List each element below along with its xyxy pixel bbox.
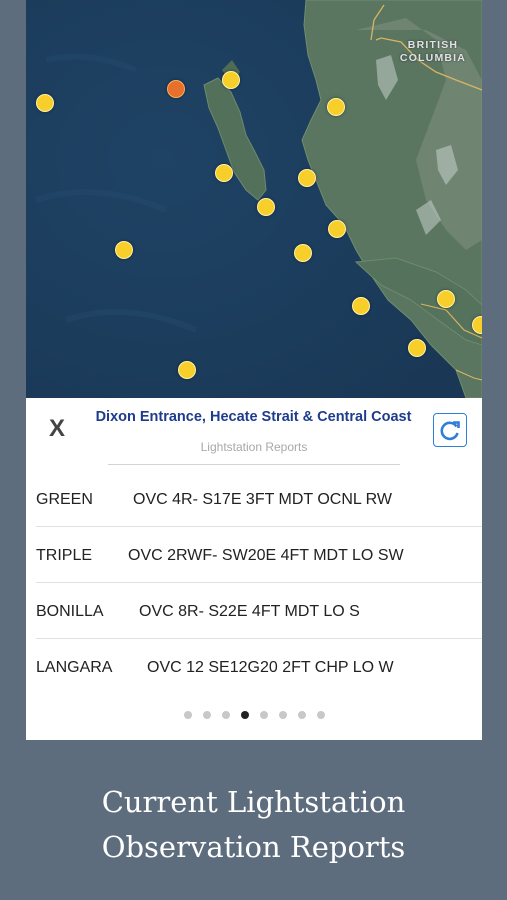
report-panel: X Dixon Entrance, Hecate Strait & Centra…: [26, 398, 482, 740]
station-name: TRIPLE: [36, 547, 93, 564]
close-button[interactable]: X: [44, 416, 70, 442]
page-indicator: [26, 711, 482, 719]
page-dot[interactable]: [202, 711, 211, 719]
map-view[interactable]: BRITISH COLUMBIA: [26, 0, 482, 398]
report-row[interactable]: BONILLA OVC 8R- S22E 4FT MDT LO S: [36, 583, 482, 639]
caption-line-1: Current Lightstation: [101, 785, 406, 819]
page-dot[interactable]: [316, 711, 325, 719]
observation-text: OVC 8R- S22E 4FT MDT LO S: [139, 603, 360, 620]
lightstation-marker[interactable]: [115, 241, 133, 259]
panel-subtitle: Lightstation Reports: [108, 440, 400, 465]
lightstation-marker[interactable]: [298, 169, 316, 187]
page-dot[interactable]: [259, 711, 268, 719]
station-name: BONILLA: [36, 603, 104, 620]
page-dot[interactable]: [221, 711, 230, 719]
lightstation-marker[interactable]: [222, 71, 240, 89]
region-title: Dixon Entrance, Hecate Strait & Central …: [95, 409, 412, 425]
promo-caption: Current Lightstation Observation Reports: [0, 780, 507, 870]
lightstation-marker[interactable]: [178, 361, 196, 379]
observation-text: OVC 12 SE12G20 2FT CHP LO W: [147, 659, 394, 676]
caption-line-2: Observation Reports: [101, 830, 406, 864]
station-name: LANGARA: [36, 659, 113, 676]
lightstation-marker[interactable]: [328, 220, 346, 238]
report-row[interactable]: TRIPLE OVC 2RWF- SW20E 4FT MDT LO SW: [36, 527, 482, 583]
lightstation-marker-selected[interactable]: [167, 80, 185, 98]
report-row[interactable]: GREEN OVC 4R- S17E 3FT MDT OCNL RW: [36, 471, 482, 527]
refresh-button[interactable]: [433, 413, 467, 447]
report-row[interactable]: LANGARA OVC 12 SE12G20 2FT CHP LO W: [36, 639, 482, 694]
page-dot-active[interactable]: [240, 711, 249, 719]
region-label: BRITISH COLUMBIA: [399, 39, 467, 64]
lightstation-marker[interactable]: [327, 98, 345, 116]
lightstation-marker[interactable]: [36, 94, 54, 112]
lightstation-marker[interactable]: [215, 164, 233, 182]
page-dot[interactable]: [278, 711, 287, 719]
page-dot[interactable]: [297, 711, 306, 719]
app-screen: BRITISH COLUMBIA X Dixon Entrance, Hecat…: [26, 0, 482, 740]
page-dot[interactable]: [183, 711, 192, 719]
lightstation-marker[interactable]: [408, 339, 426, 357]
lightstation-marker[interactable]: [352, 297, 370, 315]
observation-text: OVC 4R- S17E 3FT MDT OCNL RW: [133, 491, 393, 508]
station-name: GREEN: [36, 491, 93, 508]
lightstation-marker[interactable]: [437, 290, 455, 308]
refresh-icon: [440, 421, 460, 441]
report-list: GREEN OVC 4R- S17E 3FT MDT OCNL RW TRIPL…: [26, 471, 482, 694]
lightstation-marker[interactable]: [257, 198, 275, 216]
lightstation-marker[interactable]: [294, 244, 312, 262]
observation-text: OVC 2RWF- SW20E 4FT MDT LO SW: [128, 547, 404, 564]
